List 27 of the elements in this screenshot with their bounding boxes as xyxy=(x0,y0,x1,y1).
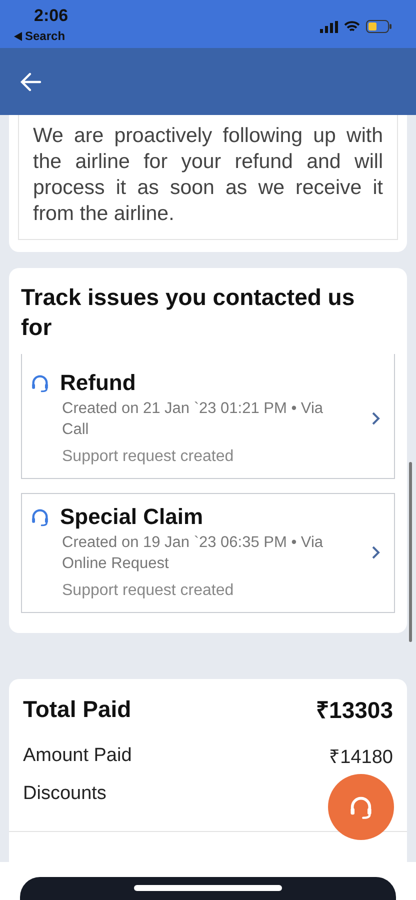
headset-icon xyxy=(30,507,50,527)
issue-meta: Created on 21 Jan `23 01:21 PM • Via Call xyxy=(62,399,324,440)
payment-label: Discounts xyxy=(23,783,106,805)
issue-title: Refund xyxy=(60,370,136,396)
chevron-right-icon xyxy=(372,412,380,424)
headset-icon xyxy=(30,373,50,393)
chevron-right-icon xyxy=(372,546,380,558)
issue-item[interactable]: Refund Created on 21 Jan `23 01:21 PM • Via Call Support request created xyxy=(21,354,395,479)
payment-value: ₹14180 xyxy=(329,746,393,769)
back-to-search-link[interactable]: Search xyxy=(14,29,66,43)
issue-meta: Created on 19 Jan `23 06:35 PM • Via Online Request xyxy=(62,533,324,574)
back-button[interactable] xyxy=(20,72,42,92)
back-triangle-icon xyxy=(14,32,22,40)
issue-title: Special Claim xyxy=(60,504,204,530)
signal-icon xyxy=(320,20,338,32)
total-paid-value: ₹13303 xyxy=(316,696,393,725)
section-title: Track issues you contacted us for xyxy=(21,283,356,342)
status-time: 2:06 xyxy=(34,6,68,26)
issue-status: Support request created xyxy=(62,448,235,466)
payment-label: Amount Paid xyxy=(23,745,132,767)
wifi-icon xyxy=(344,20,360,32)
headset-icon xyxy=(348,794,374,820)
refund-notice: We are proactively following up with the airline for your refund and will process it as soon as we receive it from the airline. xyxy=(33,123,383,227)
battery-icon xyxy=(366,20,392,33)
total-paid-label: Total Paid xyxy=(23,696,132,722)
issue-status: Support request created xyxy=(62,582,235,600)
issue-item[interactable]: Special Claim Created on 19 Jan `23 06:35 PM • Via Online Request Support request created xyxy=(21,493,395,613)
